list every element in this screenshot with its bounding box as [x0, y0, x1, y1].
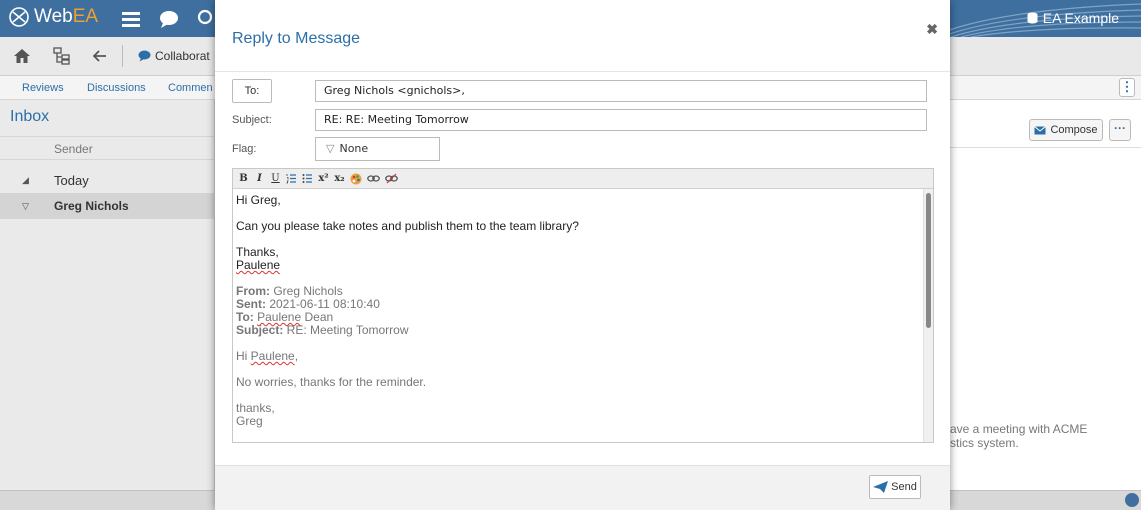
inbox-title: Inbox	[10, 108, 50, 125]
collaborate-button[interactable]: Collaborat	[138, 49, 210, 63]
compose-button[interactable]: Compose	[1029, 119, 1103, 141]
numbered-list-icon[interactable]	[286, 173, 297, 184]
inbox-message-row[interactable]: ▽ Greg Nichols	[0, 193, 215, 219]
quoted-subject-label: Subject:	[236, 323, 284, 337]
flag-icon: ▽	[22, 201, 29, 211]
quoted-to-label: To:	[236, 310, 254, 324]
quoted-message: From: Greg Nichols Sent: 2021-06-11 08:1…	[236, 285, 920, 428]
brand-ea-text: EA	[72, 6, 99, 27]
flag-value: None	[339, 142, 369, 155]
chat-bubble-icon[interactable]	[158, 8, 180, 30]
tabs-more-options-icon[interactable]: ⋮	[1119, 78, 1135, 97]
compose-label: Compose	[1050, 124, 1098, 136]
editor-toolbar: B I U x² x₂	[233, 169, 933, 189]
envelope-icon	[1034, 125, 1047, 134]
dialog-title: Reply to Message	[232, 30, 361, 47]
tab-discussions[interactable]: Discussions	[87, 82, 146, 94]
message-sender: Greg Nichols	[54, 199, 129, 213]
message-line: Thanks,	[236, 245, 279, 259]
model-name: EA Example	[1042, 10, 1119, 26]
webea-logo[interactable]: Web EA	[8, 6, 98, 28]
dialog-header: Reply to Message ✖	[215, 0, 950, 72]
dialog-footer: Send	[215, 465, 950, 510]
collaborate-label: Collaborat	[155, 49, 210, 63]
message-editor: B I U x² x₂ Hi Greg, Can you please take…	[232, 168, 934, 443]
reply-dialog: Reply to Message ✖ To: Greg Nichols <gni…	[215, 0, 950, 510]
message-preview: ave a meeting with ACME stics system.	[950, 422, 1135, 450]
send-button[interactable]: Send	[869, 475, 921, 499]
hamburger-menu-icon[interactable]	[120, 8, 142, 30]
quoted-subject-value: RE: Meeting Tomorrow	[283, 323, 409, 337]
superscript-button[interactable]: x²	[318, 172, 329, 186]
bold-button[interactable]: B	[238, 172, 249, 186]
back-arrow-icon[interactable]	[90, 46, 110, 66]
flag-dropdown[interactable]: ▽ None	[315, 137, 440, 161]
message-view-panel: Compose ··· ave a meeting with ACME stic…	[950, 100, 1141, 490]
quoted-sent-value: 2021-06-11 08:10:40	[266, 297, 380, 311]
toolbar-divider	[122, 45, 123, 67]
bullet-list-icon[interactable]	[302, 173, 313, 184]
webea-logo-icon	[9, 7, 29, 27]
editor-scrollbar[interactable]	[923, 189, 933, 442]
quoted-to-first: Paulene	[257, 310, 302, 324]
message-line: Can you please take notes and publish th…	[236, 219, 579, 233]
quoted-line: thanks,	[236, 401, 275, 415]
quoted-to-last: Dean	[301, 310, 334, 324]
tab-comments[interactable]: Commen	[168, 82, 213, 94]
message-signature: Paulene	[236, 258, 281, 272]
insert-link-icon[interactable]	[367, 173, 380, 184]
subscript-button[interactable]: x₂	[334, 172, 345, 186]
status-icon[interactable]	[1125, 493, 1139, 507]
preview-line: ave a meeting with ACME	[950, 422, 1088, 436]
remove-link-icon[interactable]	[385, 173, 398, 184]
group-label: Today	[54, 173, 89, 188]
chat-bubble-icon	[138, 50, 151, 62]
database-icon	[1027, 12, 1038, 24]
to-button[interactable]: To:	[232, 79, 272, 103]
subject-field[interactable]: RE: RE: Meeting Tomorrow	[315, 109, 927, 131]
quoted-greeting-prefix: Hi	[236, 349, 251, 363]
italic-button[interactable]: I	[254, 172, 265, 186]
inbox-group-today[interactable]: ◢ Today	[0, 167, 215, 193]
close-icon[interactable]: ✖	[926, 21, 938, 38]
color-palette-icon[interactable]	[350, 173, 362, 185]
more-options-icon[interactable]: ···	[1109, 119, 1131, 141]
paper-plane-icon	[873, 481, 889, 493]
message-body[interactable]: Hi Greg, Can you please take notes and p…	[233, 189, 923, 442]
send-label: Send	[891, 481, 917, 493]
to-field[interactable]: Greg Nichols <gnichols>,	[315, 80, 927, 102]
inbox-panel: Inbox Sender ◢ Today ▽ Greg Nichols	[0, 100, 215, 490]
underline-button[interactable]: U	[270, 172, 281, 186]
sender-header-label: Sender	[54, 142, 93, 156]
divider	[950, 147, 1141, 148]
flag-icon: ▽	[326, 142, 335, 155]
home-icon[interactable]	[12, 46, 32, 66]
tab-reviews[interactable]: Reviews	[22, 82, 64, 94]
quoted-line: Greg	[236, 414, 263, 428]
quoted-greeting-name: Paulene	[250, 349, 295, 363]
collapse-triangle-icon: ◢	[22, 175, 29, 185]
quoted-greeting-suffix: ,	[294, 349, 299, 363]
sender-column-header[interactable]: Sender	[0, 136, 215, 160]
preview-line: stics system.	[950, 436, 1019, 450]
quoted-from-value: Greg Nichols	[270, 284, 343, 298]
quoted-from-label: From:	[236, 284, 270, 298]
quoted-sent-label: Sent:	[236, 297, 266, 311]
flag-label: Flag:	[232, 143, 257, 155]
quoted-line: No worries, thanks for the reminder.	[236, 375, 427, 389]
browser-tree-icon[interactable]	[52, 46, 72, 66]
brand-web-text: Web	[34, 6, 73, 27]
message-line: Hi Greg,	[236, 193, 281, 207]
model-selector[interactable]: EA Example	[1027, 10, 1119, 26]
scrollbar-thumb[interactable]	[926, 193, 931, 328]
subject-label: Subject:	[232, 114, 272, 126]
